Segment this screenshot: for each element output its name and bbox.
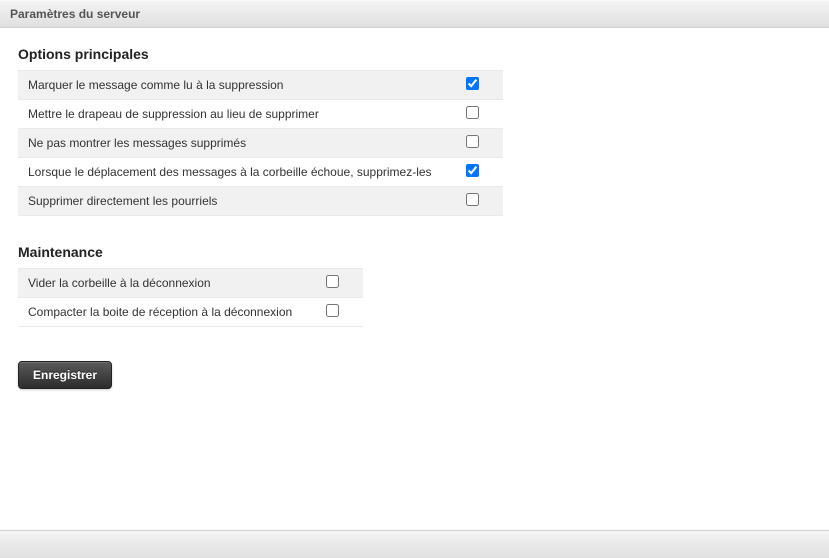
option-label: Marquer le message comme lu à la suppres… [18,71,442,100]
option-label: Supprimer directement les pourriels [18,187,442,216]
page-title-bar: Paramètres du serveur [0,0,829,28]
maintenance-options-table: Vider la corbeille à la déconnexion Comp… [18,268,363,327]
checkbox-read-on-delete[interactable] [466,77,479,90]
section-main-options: Options principales Marquer le message c… [18,46,811,216]
button-row: Enregistrer [18,361,811,389]
checkbox-hide-deleted[interactable] [466,135,479,148]
option-row: Mettre le drapeau de suppression au lieu… [18,100,503,129]
footer-bar [0,530,829,558]
checkbox-compact-inbox-logout[interactable] [326,304,339,317]
option-control [302,269,363,298]
option-control [442,158,503,187]
content-area: Options principales Marquer le message c… [0,28,829,530]
checkbox-delete-junk[interactable] [466,193,479,206]
main-options-table: Marquer le message comme lu à la suppres… [18,70,503,216]
option-label: Compacter la boite de réception à la déc… [18,298,302,327]
option-row: Marquer le message comme lu à la suppres… [18,71,503,100]
option-control [442,129,503,158]
section-maintenance-title: Maintenance [18,244,811,260]
option-control [442,187,503,216]
option-row: Ne pas montrer les messages supprimés [18,129,503,158]
option-label: Lorsque le déplacement des messages à la… [18,158,442,187]
option-row: Supprimer directement les pourriels [18,187,503,216]
option-control [442,71,503,100]
option-control [302,298,363,327]
option-row: Vider la corbeille à la déconnexion [18,269,363,298]
checkbox-delete-on-trash-fail[interactable] [466,164,479,177]
option-label: Ne pas montrer les messages supprimés [18,129,442,158]
checkbox-flag-instead-delete[interactable] [466,106,479,119]
page-title: Paramètres du serveur [10,7,140,21]
checkbox-empty-trash-logout[interactable] [326,275,339,288]
option-label: Vider la corbeille à la déconnexion [18,269,302,298]
option-row: Lorsque le déplacement des messages à la… [18,158,503,187]
section-maintenance: Maintenance Vider la corbeille à la déco… [18,244,811,327]
save-button[interactable]: Enregistrer [18,361,112,389]
option-label: Mettre le drapeau de suppression au lieu… [18,100,442,129]
option-row: Compacter la boite de réception à la déc… [18,298,363,327]
option-control [442,100,503,129]
section-main-title: Options principales [18,46,811,62]
